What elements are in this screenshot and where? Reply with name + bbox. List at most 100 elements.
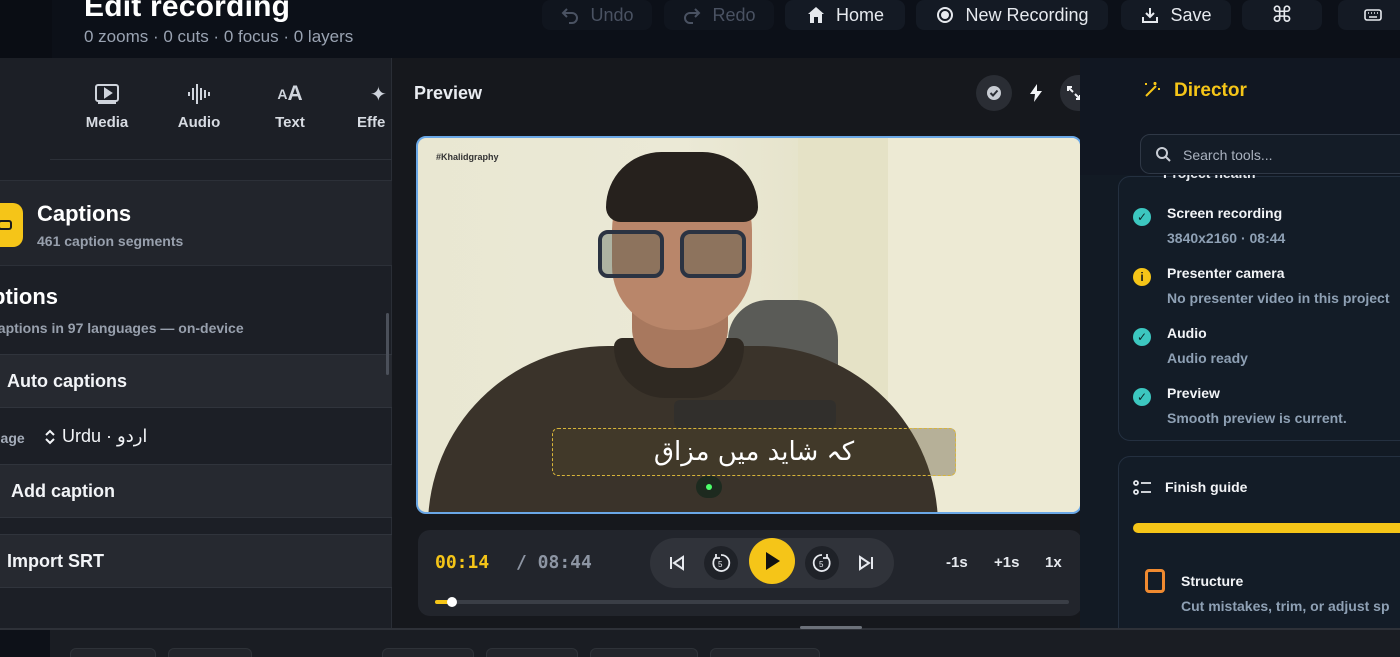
check-circle-icon: ✓ (1133, 208, 1151, 226)
step-back-1s-button[interactable]: -1s (946, 554, 968, 571)
search-input[interactable]: Search tools... (1183, 147, 1273, 163)
new-recording-button[interactable]: New Recording (916, 0, 1108, 30)
top-header: Edit recording 0 zooms · 0 cuts · 0 focu… (0, 0, 1400, 58)
keyboard-shortcuts-button[interactable] (1338, 0, 1400, 30)
tool-search[interactable]: Search tools... (1140, 134, 1400, 174)
glasses-left-lens (598, 230, 664, 278)
checklist-icon (1133, 480, 1151, 495)
home-button[interactable]: Home (785, 0, 905, 30)
health-item-detail: 3840x2160 · 08:44 (1167, 230, 1286, 246)
glasses-right-lens (680, 230, 746, 278)
director-header: Director Search tools... (1080, 58, 1400, 175)
tab-audio[interactable]: Audio (159, 80, 239, 131)
home-label: Home (835, 4, 884, 25)
caption-options-title: ptions (0, 284, 58, 309)
forward-5s-button[interactable]: 5 (805, 546, 839, 580)
svg-text:5: 5 (718, 560, 723, 569)
undo-label: Undo (590, 4, 634, 25)
preview-panel: Preview #Khalidgraphy کہ شاید میں مزاق 0… (392, 58, 1088, 628)
undo-icon (562, 8, 579, 24)
caption-overlay-text: کہ شاید میں مزاق (653, 437, 855, 467)
add-caption-button[interactable]: Add caption (0, 464, 392, 518)
rewind-5-icon: 5 (712, 554, 731, 572)
edit-summary: 0 zooms · 0 cuts · 0 focus · 0 layers (84, 27, 354, 46)
health-item-detail: No presenter video in this project (1167, 290, 1390, 306)
check-circle-icon (987, 86, 1001, 100)
play-icon (766, 552, 780, 570)
finish-guide-progress (1133, 523, 1400, 533)
info-circle-icon: i (1133, 268, 1151, 286)
health-item-title: Presenter camera (1167, 265, 1285, 281)
caption-backdrop (674, 400, 836, 428)
playback-controls: 5 5 (650, 538, 894, 588)
playhead-knob[interactable] (447, 597, 458, 607)
play-button[interactable] (749, 538, 795, 584)
playback-progress-track[interactable] (435, 597, 1069, 607)
language-value: Urdu · اردو (62, 426, 148, 446)
auto-captions-button[interactable]: Auto captions (0, 354, 392, 408)
redo-icon (684, 8, 701, 24)
left-panel-scrollbar[interactable] (386, 313, 389, 375)
video-watermark: #Khalidgraphy (436, 152, 499, 162)
timeline-tool-chip[interactable] (70, 648, 156, 657)
redo-label: Redo (712, 4, 756, 25)
playback-speed-button[interactable]: 1x (1045, 554, 1062, 571)
timeline-resize-handle[interactable] (800, 626, 862, 629)
health-item-title: Audio (1167, 325, 1207, 341)
command-icon: ⌘ (1271, 2, 1293, 27)
fast-preview-button[interactable] (1018, 75, 1054, 111)
new-recording-label: New Recording (965, 4, 1089, 25)
undo-button[interactable]: Undo (542, 0, 652, 30)
command-palette-button[interactable]: ⌘ (1242, 0, 1322, 30)
video-frame[interactable]: #Khalidgraphy کہ شاید میں مزاق (416, 136, 1082, 514)
skip-to-end-button[interactable] (849, 546, 883, 580)
language-label: uage (0, 430, 25, 446)
captions-title: Captions (37, 201, 132, 226)
health-item-title: Preview (1167, 385, 1220, 401)
timeline-tool-chip[interactable] (382, 648, 474, 657)
timeline-tool-chip[interactable] (486, 648, 578, 657)
tool-tabs: Media Audio AA Text ✦ Effe (50, 58, 392, 160)
check-circle-icon: ✓ (1133, 328, 1151, 346)
language-select[interactable]: Urdu · اردو (44, 426, 147, 447)
skip-to-start-button[interactable] (660, 546, 694, 580)
lapel-mic (696, 476, 722, 498)
left-panel: Media Audio AA Text ✦ Effe Captions 461 … (0, 58, 392, 628)
health-item-detail: Smooth preview is current. (1167, 410, 1347, 426)
tab-text[interactable]: AA Text (250, 80, 330, 131)
structure-step-description: Cut mistakes, trim, or adjust sp (1181, 598, 1390, 614)
preview-toolbar (976, 75, 1088, 111)
header-left-strip (0, 0, 52, 58)
language-row: uage Urdu · اردو (0, 408, 392, 466)
transport-bar: 00:14 / 08:44 5 5 -1s +1s 1x (418, 530, 1082, 616)
timeline-tool-chip[interactable] (710, 648, 820, 657)
timeline-tool-chip[interactable] (168, 648, 252, 657)
save-label: Save (1170, 4, 1212, 25)
tab-text-label: Text (275, 114, 305, 131)
app-root: Edit recording 0 zooms · 0 cuts · 0 focu… (0, 0, 1400, 657)
lightning-icon (1030, 84, 1042, 102)
save-button[interactable]: Save (1121, 0, 1231, 30)
step-forward-1s-button[interactable]: +1s (994, 554, 1019, 571)
record-icon (937, 7, 954, 23)
health-item-detail: Audio ready (1167, 350, 1248, 366)
timeline-tool-chip[interactable] (590, 648, 698, 657)
current-time: 00:14 (435, 552, 490, 573)
search-icon (1156, 147, 1171, 162)
rewind-5s-button[interactable]: 5 (704, 546, 738, 580)
caption-segment-count: 461 caption segments (37, 233, 184, 249)
finish-guide-title: Finish guide (1165, 479, 1248, 495)
updown-chevron-icon (45, 429, 55, 444)
structure-step-title[interactable]: Structure (1181, 573, 1243, 589)
page-title: Edit recording (84, 0, 291, 23)
check-status-button[interactable] (976, 75, 1012, 111)
check-circle-icon: ✓ (1133, 388, 1151, 406)
presenter-hair (606, 152, 758, 222)
home-icon (807, 7, 824, 23)
captions-header-card: Captions 461 caption segments (0, 180, 392, 266)
tab-media[interactable]: Media (67, 80, 147, 131)
caption-options-subtitle: captions in 97 languages — on-device (0, 320, 244, 336)
import-srt-button[interactable]: Import SRT (0, 534, 392, 588)
redo-button[interactable]: Redo (664, 0, 774, 30)
svg-text:5: 5 (819, 560, 824, 569)
